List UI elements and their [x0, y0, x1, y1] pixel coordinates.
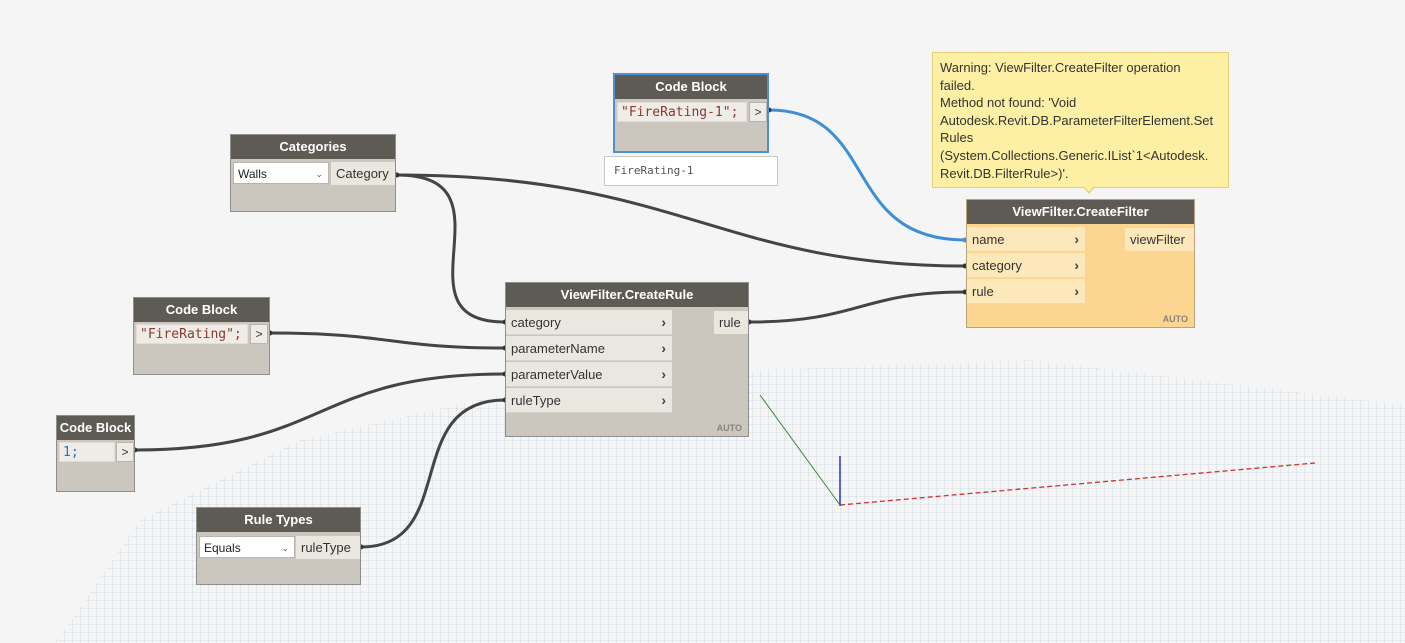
categories-node[interactable]: Categories Walls ⌄ Category [230, 134, 396, 212]
tooltip-pointer-inner [1084, 186, 1094, 192]
wire-parametername [269, 331, 506, 350]
node-title: Code Block [57, 416, 134, 440]
chevron-right-icon: › [1074, 283, 1079, 299]
lacing-indicator: AUTO [716, 423, 742, 433]
warning-line: Autodesk.Revit.DB.ParameterFilterElement… [940, 112, 1214, 128]
chevron-down-icon: ⌄ [281, 543, 289, 553]
warning-line: failed. [940, 77, 975, 93]
input-port-parametervalue[interactable]: parameterValue › [506, 362, 672, 387]
warning-line: Warning: ViewFilter.CreateFilter operati… [940, 60, 1181, 75]
port-label: name [972, 232, 1005, 247]
input-port-category[interactable]: category › [967, 253, 1085, 278]
chevron-right-icon: › [661, 392, 666, 408]
output-port[interactable]: > [749, 102, 767, 122]
input-port-parametername[interactable]: parameterName › [506, 336, 672, 361]
node-title: Rule Types [197, 508, 360, 532]
code-text: "FireRating"; [140, 327, 242, 342]
wire-rule-to-filter [748, 290, 966, 324]
port-label: parameterName [511, 341, 605, 356]
chevron-right-icon: › [661, 314, 666, 330]
code-editor[interactable]: "FireRating"; [136, 324, 248, 344]
warning-tooltip: Warning: ViewFilter.CreateFilter operati… [932, 52, 1229, 194]
dropdown-value: Equals [204, 541, 241, 555]
port-label: category [972, 258, 1022, 273]
output-port-category[interactable]: Category [331, 162, 395, 185]
warning-line: Rules [940, 130, 974, 146]
input-port-category[interactable]: category › [506, 310, 672, 335]
node-title: Categories [231, 135, 395, 159]
value-preview: FireRating-1 [604, 156, 778, 186]
code-editor[interactable]: 1; [59, 442, 115, 462]
chevron-right-icon: › [1074, 257, 1079, 273]
chevron-right-icon: › [1074, 231, 1079, 247]
node-title: Code Block [134, 298, 269, 322]
category-dropdown[interactable]: Walls ⌄ [233, 162, 329, 184]
warning-line: (System.Collections.Generic.IList`1<Auto… [940, 147, 1209, 163]
warning-line: Method not found: 'Void [940, 95, 1077, 111]
output-port[interactable]: > [116, 442, 134, 462]
code-block-node-mid[interactable]: Code Block "FireRating"; > [133, 297, 270, 375]
code-text: "FireRating-1"; [621, 105, 739, 120]
chevron-right-icon: › [661, 340, 666, 356]
create-rule-node[interactable]: ViewFilter.CreateRule category › paramet… [505, 282, 749, 437]
chevron-down-icon: ⌄ [315, 169, 323, 179]
node-title: Code Block [615, 75, 767, 99]
chevron-right-icon: › [661, 366, 666, 382]
output-port[interactable]: > [250, 324, 268, 344]
code-block-node-top[interactable]: Code Block "FireRating-1"; > [613, 73, 769, 153]
wire-category-to-rule [396, 173, 506, 324]
dropdown-value: Walls [238, 167, 267, 181]
rule-type-dropdown[interactable]: Equals ⌄ [199, 536, 295, 558]
code-block-node-low[interactable]: Code Block 1; > [56, 415, 135, 492]
rule-types-node[interactable]: Rule Types Equals ⌄ ruleType [196, 507, 361, 585]
input-port-name[interactable]: name › [967, 227, 1085, 252]
code-text: 1; [63, 445, 79, 460]
input-port-rule[interactable]: rule › [967, 279, 1085, 304]
port-label: category [511, 315, 561, 330]
create-filter-node[interactable]: ViewFilter.CreateFilter name › category … [966, 199, 1195, 328]
wire-category-to-filter [396, 173, 966, 268]
node-title: ViewFilter.CreateRule [506, 283, 748, 307]
warning-line: Revit.DB.FilterRule>)'. [940, 165, 1069, 181]
output-port-viewfilter[interactable]: viewFilter [1125, 228, 1194, 251]
output-port-rule[interactable]: rule [714, 311, 748, 334]
port-label: ruleType [511, 393, 561, 408]
port-label: parameterValue [511, 367, 603, 382]
code-editor[interactable]: "FireRating-1"; [617, 102, 747, 122]
node-title: ViewFilter.CreateFilter [967, 200, 1194, 224]
output-port-ruletype[interactable]: ruleType [296, 536, 360, 559]
lacing-indicator: AUTO [1162, 314, 1188, 324]
input-port-ruletype[interactable]: ruleType › [506, 388, 672, 413]
port-label: rule [972, 284, 994, 299]
